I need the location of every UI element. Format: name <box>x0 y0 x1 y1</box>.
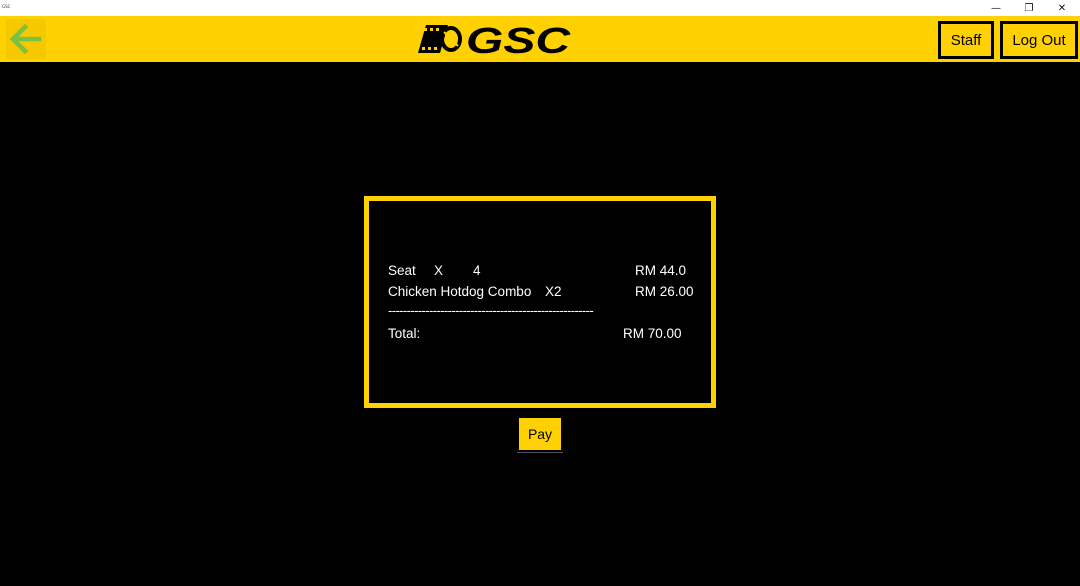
arrow-left-icon <box>9 23 42 55</box>
line2-quantity: X2 <box>545 284 562 299</box>
staff-button[interactable]: Staff <box>938 21 994 59</box>
total-label: Total: <box>388 326 421 341</box>
window-titlebar: GSC — ❐ ✕ <box>0 0 1080 16</box>
pay-button[interactable]: Pay <box>519 418 561 450</box>
line1-price: RM 44.0 <box>635 263 687 278</box>
minimize-icon: — <box>991 2 1001 14</box>
close-button[interactable]: ✕ <box>1045 0 1079 16</box>
line1-multiplier: X <box>434 263 444 278</box>
line2-price: RM 26.00 <box>635 284 694 299</box>
maximize-icon: ❐ <box>1024 2 1034 14</box>
line1-item: Seat <box>388 263 416 278</box>
line2-item: Chicken Hotdog Combo <box>388 284 532 299</box>
window-app-label: GSC <box>2 4 11 9</box>
line1-quantity: 4 <box>473 263 481 278</box>
close-icon: ✕ <box>1057 2 1067 14</box>
pay-focus-underline <box>517 452 563 453</box>
app-header: GSC Staff Log Out <box>0 16 1080 62</box>
minimize-button[interactable]: — <box>979 0 1013 16</box>
total-value: RM 70.00 <box>623 326 682 341</box>
logout-button[interactable]: Log Out <box>1000 21 1078 59</box>
receipt-separator: ----------------------------------------… <box>388 303 594 318</box>
maximize-button[interactable]: ❐ <box>1012 0 1046 16</box>
logo-text: GSC <box>466 22 571 56</box>
gsc-logo: GSC <box>418 20 572 61</box>
order-summary-panel: Seat X 4 RM 44.0 Chicken Hotdog Combo X2… <box>364 196 716 408</box>
back-button[interactable] <box>6 19 46 59</box>
